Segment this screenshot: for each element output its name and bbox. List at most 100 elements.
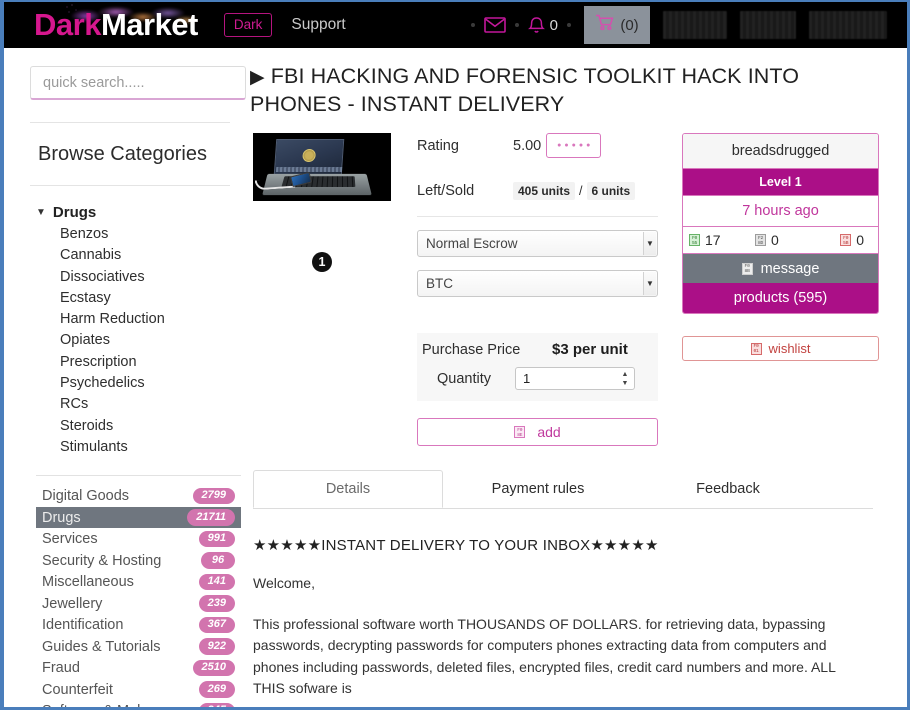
sidebar-item-drugs[interactable]: Drugs 21711 <box>36 506 241 529</box>
sidebar-item-miscellaneous[interactable]: Miscellaneous 141 <box>36 571 241 593</box>
sidebar-item-identification[interactable]: Identification 367 <box>36 614 241 636</box>
category-label: Fraud <box>42 660 80 677</box>
category-count-badge: 21711 <box>187 509 235 526</box>
site-logo[interactable]: DarkMarket <box>34 2 198 48</box>
dark-mode-badge[interactable]: Dark <box>223 12 273 38</box>
price-row: Purchase Price $3 per unit <box>422 341 648 358</box>
page-body: Browse Categories ▼ Drugs Benzos Cannabi… <box>4 48 907 707</box>
broken-image-icon: F0 8B <box>741 262 753 275</box>
stepper-up-icon[interactable]: ▲ <box>622 370 629 379</box>
category-count-badge: 367 <box>198 616 235 634</box>
subcategory-opiates[interactable]: Opiates <box>60 330 236 351</box>
units-left-value: 405 units <box>513 182 576 200</box>
logo-sparkle-icon <box>64 4 80 16</box>
seller-stat-positive: F0 55 17 <box>689 232 755 248</box>
seller-products-button[interactable]: products (595) <box>683 283 878 313</box>
subcategory-dissociatives[interactable]: Dissociatives <box>60 267 236 288</box>
product-specs: Rating 5.00 ● ● ● ● ● Left/Sold 405 unit… <box>413 133 666 446</box>
subcategory-prescription[interactable]: Prescription <box>60 352 236 373</box>
seller-card: breadsdrugged Level 1 7 hours ago F0 55 1… <box>682 133 879 314</box>
quantity-input[interactable] <box>515 367 635 390</box>
seller-stat-neutral: F2 8D 0 <box>755 232 821 248</box>
broken-image-icon-gray: F2 8D <box>755 234 766 246</box>
category-label: Guides & Tutorials <box>42 638 161 655</box>
search-input[interactable] <box>30 66 246 100</box>
separator-dot <box>470 23 475 27</box>
redacted-nav-item[interactable] <box>740 11 796 39</box>
separator-dot <box>514 23 519 27</box>
category-count-badge: 141 <box>198 573 235 591</box>
redacted-nav-item[interactable] <box>809 11 887 39</box>
redacted-nav-item[interactable] <box>663 11 727 39</box>
support-link[interactable]: Support <box>291 16 345 34</box>
play-triangle-icon: ▶ <box>250 67 265 88</box>
chevron-down-icon[interactable]: ▼ <box>36 207 46 218</box>
purchase-price-value: $3 per unit <box>552 341 628 358</box>
sidebar-item-digital-goods[interactable]: Digital Goods 2799 <box>36 485 241 507</box>
seller-name[interactable]: breadsdrugged <box>683 134 878 169</box>
carousel-indicator[interactable]: 1 <box>312 252 332 272</box>
star-icon: ● <box>578 142 584 149</box>
subcategory-rcs[interactable]: RCs <box>60 394 236 415</box>
category-tree-children: Benzos Cannabis Dissociatives Ecstasy Ha… <box>30 224 236 458</box>
sidebar-item-security-hosting[interactable]: Security & Hosting 96 <box>36 550 241 572</box>
sidebar-item-services[interactable]: Services 991 <box>36 528 241 550</box>
category-label: Counterfeit <box>42 681 113 698</box>
subcategory-ecstasy[interactable]: Ecstasy <box>60 288 236 309</box>
star-icon: ● <box>564 142 569 149</box>
subcategory-harm-reduction[interactable]: Harm Reduction <box>60 309 236 330</box>
quantity-label: Quantity <box>437 370 491 387</box>
divider <box>36 475 241 477</box>
tab-feedback[interactable]: Feedback <box>633 470 823 508</box>
seller-stat-negative-value: 0 <box>856 232 864 248</box>
rating-stars[interactable]: ● ● ● ● ● <box>546 133 602 158</box>
description-greeting: Welcome, <box>253 575 315 591</box>
page-title: ▶ FBI HACKING AND FORENSIC TOOLKIT HACK … <box>250 63 863 117</box>
tab-payment-rules[interactable]: Payment rules <box>443 470 633 508</box>
subcategory-psychedelics[interactable]: Psychedelics <box>60 373 236 394</box>
cart-button[interactable]: (0) <box>584 6 650 44</box>
wishlist-label: wishlist <box>768 341 811 356</box>
nav-right-group: 0 (0) <box>462 2 907 48</box>
category-tree-parent-label: Drugs <box>52 204 97 221</box>
category-count-badge: 991 <box>198 530 235 548</box>
product-photo[interactable] <box>253 133 391 201</box>
logo-text: DarkMarket <box>34 2 198 48</box>
seller-stat-negative: F0 5B 0 <box>821 232 872 248</box>
subcategory-steroids[interactable]: Steroids <box>60 416 236 437</box>
sidebar-item-software-malware[interactable]: Software & Malware 345 <box>36 700 241 707</box>
sidebar-item-counterfeit[interactable]: Counterfeit 269 <box>36 679 241 701</box>
stepper-down-icon[interactable]: ▼ <box>622 379 629 388</box>
bell-icon[interactable] <box>527 16 545 35</box>
product-overview: 1 Rating 5.00 ● ● ● ● ● Left/Sold 405 un… <box>250 133 907 446</box>
category-label: Security & Hosting <box>42 552 162 569</box>
broken-image-icon-green: F0 55 <box>689 234 700 246</box>
category-label: Identification <box>42 617 124 634</box>
divider <box>30 122 230 123</box>
purchase-block: Purchase Price $3 per unit Quantity ▲▼ <box>417 333 658 401</box>
tab-details[interactable]: Details <box>253 470 443 508</box>
cart-item-count: (0) <box>620 16 639 34</box>
envelope-icon[interactable] <box>483 17 506 33</box>
category-label: Digital Goods <box>42 488 130 505</box>
category-count-badge: 345 <box>198 702 235 707</box>
escrow-selected-value: Normal Escrow <box>426 236 518 251</box>
currency-select[interactable]: BTC ▼ <box>417 270 658 297</box>
category-list: Digital Goods 2799 Drugs 21711 Services 991… <box>36 485 241 707</box>
add-to-cart-button[interactable]: F0 8E add <box>417 418 658 446</box>
category-tree-parent-drugs[interactable]: ▼ Drugs <box>36 204 236 221</box>
sidebar-item-guides-tutorials[interactable]: Guides & Tutorials 922 <box>36 636 241 658</box>
subcategory-cannabis[interactable]: Cannabis <box>60 245 236 266</box>
stepper-arrows-icon[interactable]: ▲ ▼ <box>618 368 632 389</box>
rating-value: 5.00 <box>513 137 542 154</box>
wishlist-button[interactable]: F0 01 wishlist <box>682 336 879 361</box>
escrow-select[interactable]: Normal Escrow ▼ <box>417 230 658 257</box>
message-seller-button[interactable]: F0 8B message <box>683 253 878 283</box>
subcategory-stimulants[interactable]: Stimulants <box>60 437 236 458</box>
product-description: ★★★★★INSTANT DELIVERY TO YOUR INBOX★★★★★… <box>253 536 853 700</box>
sidebar-item-jewellery[interactable]: Jewellery 239 <box>36 593 241 615</box>
subcategory-benzos[interactable]: Benzos <box>60 224 236 245</box>
divider <box>30 185 230 186</box>
sidebar-item-fraud[interactable]: Fraud 2510 <box>36 657 241 679</box>
quantity-stepper[interactable]: ▲▼ <box>515 367 635 390</box>
